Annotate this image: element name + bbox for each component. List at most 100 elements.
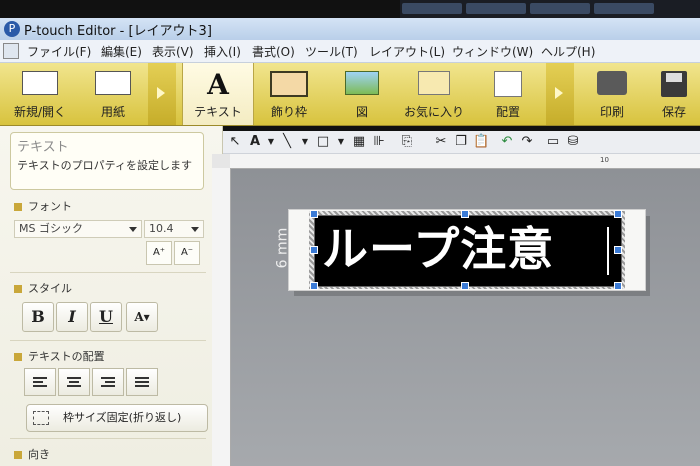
align-left-button[interactable] [24,368,56,396]
resize-handle-right[interactable] [614,246,622,254]
resize-handle-top-left[interactable] [310,210,318,218]
favorites-label: お気に入り [403,105,464,119]
ribbon-expand-arrow[interactable] [148,63,176,125]
text-a-icon: A [207,68,229,101]
chevron-down-icon[interactable]: ▼ [297,134,313,150]
menu-file[interactable]: ファイル(F) [27,43,91,60]
text-effect-button[interactable]: A▾ [126,302,158,332]
tip-title: テキスト [17,140,69,155]
menu-bar: ファイル(F) 編集(E) 表示(V) 挿入(I) 書式(O) ツール(T) レ… [0,40,700,63]
text-effect-icon: A▾ [134,310,150,324]
chevron-down-icon [129,227,137,232]
picture-icon [345,71,379,95]
ruler-tick-label: 10 [600,156,609,164]
print-button[interactable]: 印刷 [578,63,646,125]
rectangle-tool-icon[interactable]: □ [315,134,331,150]
fixed-frame-label: 枠サイズ固定(折り返し) [63,411,182,424]
text-label: テキスト [194,105,242,119]
right-arrow-icon [555,87,563,99]
text-properties-panel: テキスト テキストのプロパティを設定します フォント MS ゴシック 10.4 … [0,126,223,466]
app-logo-icon: P [4,21,20,37]
arrange-icon [494,71,522,97]
panel-tip-box: テキスト テキストのプロパティを設定します [10,132,204,190]
font-section-header: フォント [14,198,72,214]
align-justify-button[interactable] [126,368,158,396]
line-tool-icon[interactable]: ╲ [279,134,295,150]
paper-icon [95,71,131,95]
resize-handle-bottom-left[interactable] [310,282,318,290]
select-arrow-icon[interactable]: ↖ [227,134,243,150]
align-right-button[interactable] [92,368,124,396]
fixed-frame-icon [33,411,49,425]
font-size-select[interactable]: 10.4 [144,220,204,238]
vertical-ruler [212,168,231,466]
menu-view[interactable]: 表示(V) [152,43,194,60]
screen: P P-touch Editor - [レイアウト3] ファイル(F) 編集(E… [0,0,700,466]
italic-button[interactable]: I [56,302,88,332]
arrange-label: 配置 [495,105,520,119]
title-bar: P P-touch Editor - [レイアウト3] [0,18,700,40]
resize-handle-top-right[interactable] [614,210,622,218]
horizontal-ruler: 10 [230,154,700,169]
decrease-font-size-button[interactable]: A⁻ [174,241,200,265]
menu-edit[interactable]: 編集(E) [101,43,142,60]
align-center-button[interactable] [58,368,90,396]
background-window-tabs [400,0,700,18]
image-button[interactable]: 図 [326,63,398,125]
menu-tools[interactable]: ツール(T) [305,43,358,60]
resize-handle-bottom-right[interactable] [614,282,622,290]
menu-window[interactable]: ウィンドウ(W) [452,43,533,60]
resize-handle-left[interactable] [310,246,318,254]
image-label: 図 [355,105,368,119]
database-icon[interactable]: ⛁ [565,134,581,150]
new-document-icon [22,71,58,95]
table-tool-icon[interactable]: ▦ [351,134,367,150]
paper-button[interactable]: 用紙 [80,63,146,125]
text-align-section-header: テキストの配置 [14,348,105,364]
divider [10,340,206,341]
paper-label: 用紙 [100,105,125,119]
decor-frame-label: 飾り枠 [270,105,307,119]
redo-icon[interactable]: ↷ [519,134,535,150]
favorites-button[interactable]: お気に入り [398,63,470,125]
resize-handle-bottom[interactable] [461,282,469,290]
fixed-frame-size-button[interactable]: 枠サイズ固定(折り返し) [26,404,208,432]
font-size-value: 10.4 [149,222,174,235]
resize-handle-top[interactable] [461,210,469,218]
undo-icon[interactable]: ↶ [499,134,515,150]
paste-icon[interactable]: 📋 [473,134,489,150]
cut-icon[interactable]: ✂ [433,134,449,150]
menu-help[interactable]: ヘルプ(H) [541,43,595,60]
new-open-button[interactable]: 新規/開く [0,63,80,125]
increase-font-size-button[interactable]: A⁺ [146,241,172,265]
ribbon-expand-arrow-2[interactable] [546,63,574,125]
label-text[interactable]: ループ注意 [322,223,554,275]
chevron-down-icon [191,227,199,232]
underline-button[interactable]: U [90,302,122,332]
menu-format[interactable]: 書式(O) [252,43,295,60]
document-menu-icon[interactable] [3,43,19,59]
copy-icon[interactable]: ❐ [453,134,469,150]
menu-layout[interactable]: レイアウト(L) [369,43,445,60]
text-button[interactable]: A テキスト [182,63,254,125]
menu-insert[interactable]: 挿入(I) [204,43,241,60]
save-label: 保存 [661,105,686,119]
barcode-tool-icon[interactable]: ⊪ [371,134,387,150]
arrange-button[interactable]: 配置 [472,63,544,125]
font-name-select[interactable]: MS ゴシック [14,220,142,238]
tape-width-indicator: 6 mm [274,227,291,269]
chevron-down-icon[interactable]: ▼ [333,134,349,150]
right-arrow-icon [157,87,165,99]
save-disk-icon [661,71,687,97]
print-label: 印刷 [599,105,624,119]
divider [10,438,206,439]
text-tool-icon[interactable]: A [247,134,263,150]
save-button[interactable]: 保存 [648,63,700,125]
window-title: P-touch Editor - [レイアウト3] [24,24,212,39]
bold-button[interactable]: B [22,302,54,332]
chevron-down-icon[interactable]: ▼ [263,134,279,150]
window-icon[interactable]: ▭ [545,134,561,150]
tip-description: テキストのプロパティを設定します [17,159,193,172]
clipart-tool-icon[interactable]: ⎘ [399,134,415,150]
decor-frame-button[interactable]: 飾り枠 [254,63,324,125]
